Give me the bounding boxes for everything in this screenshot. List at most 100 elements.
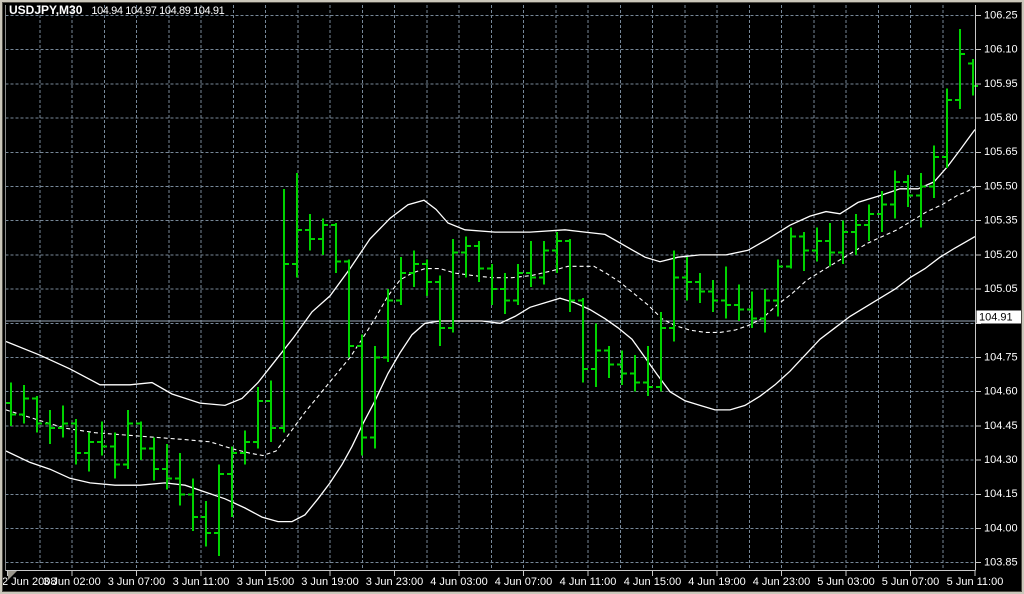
grid-lines: [5, 5, 976, 571]
ohlc-bars[interactable]: [6, 29, 978, 556]
ohlc-bar: [487, 264, 497, 306]
ohlc-bar: [474, 241, 484, 283]
time-tick-label: 4 Jun 15:00: [624, 576, 682, 588]
ohlc-bar: [539, 241, 549, 285]
ohlc-bar: [721, 266, 731, 319]
ohlc-bar: [214, 464, 224, 556]
ohlc-bar: [929, 145, 939, 198]
ohlc-bar: [955, 29, 965, 109]
price-tick-label: 105.65: [984, 146, 1018, 158]
ohlc-bar: [968, 58, 978, 96]
ohlc-bar: [279, 188, 289, 433]
time-tick-label: 5 Jun 07:00: [882, 576, 940, 588]
ohlc-bar: [565, 238, 575, 312]
ohlc-bar: [227, 446, 237, 518]
price-tick-label: 103.85: [984, 557, 1018, 569]
chart-title: USDJPY,M30 104.94 104.97 104.89 104.91: [9, 3, 225, 17]
ohlc-bar: [305, 213, 315, 251]
ohlc-bar: [318, 218, 328, 255]
price-tick-label: 104.00: [984, 522, 1018, 534]
time-axis[interactable]: 2 Jun 20083 Jun 02:00 3 Jun 07:00 3 Jun 11…: [2, 570, 1003, 589]
ohlc-bar: [370, 346, 380, 449]
ohlc-bar: [643, 346, 653, 397]
ohlc-bar: [58, 405, 68, 438]
time-tick-label: 5 Jun 03:00: [817, 576, 875, 588]
ohlc-bar: [682, 257, 692, 301]
ohlc-bar: [513, 264, 523, 306]
price-tick-label: 106.10: [984, 44, 1018, 56]
ohlc-readout: 104.94 104.97 104.89 104.91: [91, 5, 225, 17]
ohlc-bar: [6, 382, 16, 426]
ohlc-bar: [734, 284, 744, 321]
price-tick-label: 105.80: [984, 112, 1018, 124]
time-tick-label: 3 Jun 15:00: [237, 576, 295, 588]
ohlc-bar: [786, 227, 796, 269]
ohlc-bar: [630, 355, 640, 392]
ohlc-bar: [357, 334, 367, 456]
price-tick-label: 104.75: [984, 351, 1018, 363]
ohlc-bar: [136, 421, 146, 461]
ohlc-bar: [461, 236, 471, 278]
price-tick-label: 105.35: [984, 215, 1018, 227]
price-tick-label: 105.05: [984, 283, 1018, 295]
price-box-text: 104.91: [979, 311, 1013, 323]
ohlc-bar: [669, 250, 679, 342]
price-tick-label: 104.15: [984, 488, 1018, 500]
time-tick-label: 3 Jun 23:00: [366, 576, 424, 588]
ohlc-bar: [448, 238, 458, 333]
time-tick-label: 4 Jun 03:00: [430, 576, 488, 588]
ohlc-bar: [32, 396, 42, 433]
current-price-label: 104.91: [976, 310, 1023, 324]
price-tick-label: 105.20: [984, 249, 1018, 261]
axes: [5, 5, 976, 571]
price-tick-label: 105.95: [984, 78, 1018, 90]
time-tick-label: 3 Jun 02:00: [43, 576, 101, 588]
ohlc-bar: [253, 387, 263, 449]
ohlc-bar: [552, 232, 562, 274]
ohlc-bar: [45, 409, 55, 445]
price-tick-label: 105.50: [984, 180, 1018, 192]
ohlc-bar: [526, 241, 536, 287]
ohlc-bar: [591, 323, 601, 388]
ohlc-bar: [890, 170, 900, 219]
ohlc-bar: [942, 88, 952, 169]
ohlc-bar: [409, 250, 419, 287]
ohlc-bar: [19, 384, 29, 424]
ohlc-bar: [916, 172, 926, 228]
ohlc-bar: [864, 204, 874, 242]
ohlc-bar: [617, 350, 627, 385]
ohlc-bar: [760, 289, 770, 333]
ohlc-bar: [695, 273, 705, 303]
ohlc-bar: [604, 346, 614, 378]
ohlc-bar: [331, 222, 341, 274]
ohlc-bar: [578, 298, 588, 383]
ohlc-bar: [851, 213, 861, 255]
ohlc-bar: [383, 289, 393, 363]
ohlc-bar: [266, 380, 276, 442]
ohlc-bar: [84, 432, 94, 472]
time-tick-label: 4 Jun 23:00: [753, 576, 811, 588]
time-tick-label: 4 Jun 11:00: [560, 576, 617, 588]
price-tick-label: 106.25: [984, 9, 1018, 21]
time-tick-label: 3 Jun 19:00: [301, 576, 359, 588]
time-tick-label: 3 Jun 07:00: [108, 576, 166, 588]
time-tick-label: 3 Jun 11:00: [173, 576, 230, 588]
ohlc-bar: [240, 430, 250, 465]
mt4-chart-window: 106.25 106.10 105.95 105.80 105.65 105.50 105.…: [0, 0, 1024, 594]
ohlc-bar: [97, 421, 107, 456]
price-axis[interactable]: 106.25 106.10 105.95 105.80 105.65 105.50 105.…: [975, 9, 1018, 569]
price-tick-label: 104.30: [984, 454, 1018, 466]
ohlc-bar: [422, 259, 432, 296]
price-tick-label: 104.45: [984, 420, 1018, 432]
ohlc-bar: [396, 257, 406, 306]
time-tick-label: 4 Jun 19:00: [688, 576, 746, 588]
symbol-period-label: USDJPY,M30: [9, 3, 83, 17]
bollinger-lower-band: [5, 236, 976, 523]
ohlc-bar: [656, 311, 666, 392]
bollinger-upper-band: [5, 129, 976, 407]
ohlc-bar: [201, 501, 211, 547]
ohlc-bar: [149, 437, 159, 481]
ohlc-bar: [175, 453, 185, 506]
ohlc-bar: [292, 172, 302, 278]
chart-canvas[interactable]: 106.25 106.10 105.95 105.80 105.65 105.50 105.…: [0, 0, 1024, 594]
